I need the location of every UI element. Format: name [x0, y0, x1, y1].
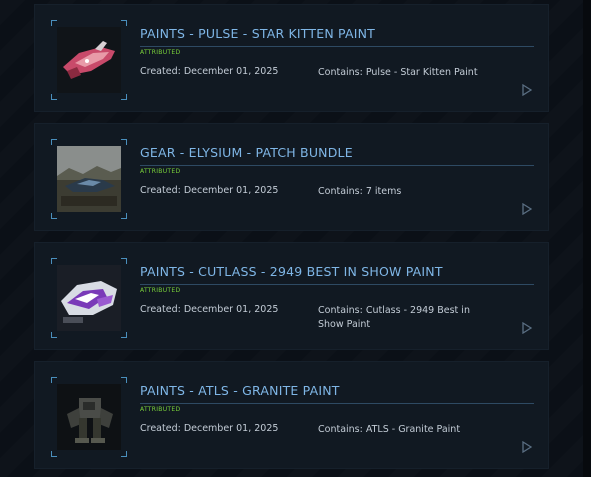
frame-corner — [121, 332, 127, 338]
item-thumbnail-frame — [51, 258, 127, 338]
item-thumbnail-frame — [51, 377, 127, 457]
scrollbar[interactable] — [583, 0, 591, 477]
item-title: PAINTS - ATLS - GRANITE PAINT — [140, 383, 340, 398]
frame-corner — [51, 332, 57, 338]
item-contains: Contains: Cutlass - 2949 Best in Show Pa… — [318, 305, 470, 330]
frame-corner — [121, 258, 127, 264]
frame-corner — [121, 20, 127, 26]
frame-corner — [51, 213, 57, 219]
purple-ship-image — [57, 265, 121, 331]
item-thumbnail-frame — [51, 139, 127, 219]
item-contains: Contains: ATLS - Granite Paint — [318, 424, 461, 435]
pledge-item-card[interactable]: PAINTS - CUTLASS - 2949 BEST IN SHOW PAI… — [34, 242, 549, 350]
attributed-badge: ATTRIBUTED — [140, 406, 181, 413]
item-title: PAINTS - PULSE - STAR KITTEN PAINT — [140, 26, 376, 41]
pink-ship-image — [57, 27, 121, 93]
frame-corner — [51, 94, 57, 100]
frame-corner — [121, 139, 127, 145]
expand-arrow-icon[interactable] — [522, 203, 532, 215]
frame-corner — [51, 451, 57, 457]
title-divider — [140, 46, 534, 47]
pledge-item-card[interactable]: PAINTS - PULSE - STAR KITTEN PAINT ATTRI… — [34, 4, 549, 112]
item-title: GEAR - ELYSIUM - PATCH BUNDLE — [140, 145, 353, 160]
frame-corner — [121, 377, 127, 383]
item-thumbnail-frame — [51, 20, 127, 100]
expand-arrow-icon[interactable] — [522, 441, 532, 453]
frame-corner — [121, 94, 127, 100]
frame-corner — [51, 377, 57, 383]
title-divider — [140, 284, 534, 285]
created-date: Created: December 01, 2025 — [140, 185, 279, 196]
frame-corner — [51, 258, 57, 264]
created-date: Created: December 01, 2025 — [140, 66, 279, 77]
frame-corner — [121, 451, 127, 457]
title-divider — [140, 403, 534, 404]
created-date: Created: December 01, 2025 — [140, 423, 279, 434]
item-contains: Contains: 7 items — [318, 186, 402, 197]
attributed-badge: ATTRIBUTED — [140, 49, 181, 56]
frame-corner — [51, 20, 57, 26]
pledge-item-list: PAINTS - PULSE - STAR KITTEN PAINT ATTRI… — [34, 4, 549, 477]
expand-arrow-icon[interactable] — [522, 322, 532, 334]
pledge-item-card[interactable]: GEAR - ELYSIUM - PATCH BUNDLE ATTRIBUTED… — [34, 123, 549, 231]
created-date: Created: December 01, 2025 — [140, 304, 279, 315]
pledge-item-card[interactable]: PAINTS - ATLS - GRANITE PAINT ATTRIBUTED… — [34, 361, 549, 469]
attributed-badge: ATTRIBUTED — [140, 168, 181, 175]
frame-corner — [121, 213, 127, 219]
landscape-ship-image — [57, 146, 121, 212]
item-contains: Contains: Pulse - Star Kitten Paint — [318, 67, 478, 78]
frame-corner — [51, 139, 57, 145]
mech-suit-image — [57, 384, 121, 450]
expand-arrow-icon[interactable] — [522, 84, 532, 96]
item-title: PAINTS - CUTLASS - 2949 BEST IN SHOW PAI… — [140, 264, 443, 279]
title-divider — [140, 165, 534, 166]
attributed-badge: ATTRIBUTED — [140, 287, 181, 294]
